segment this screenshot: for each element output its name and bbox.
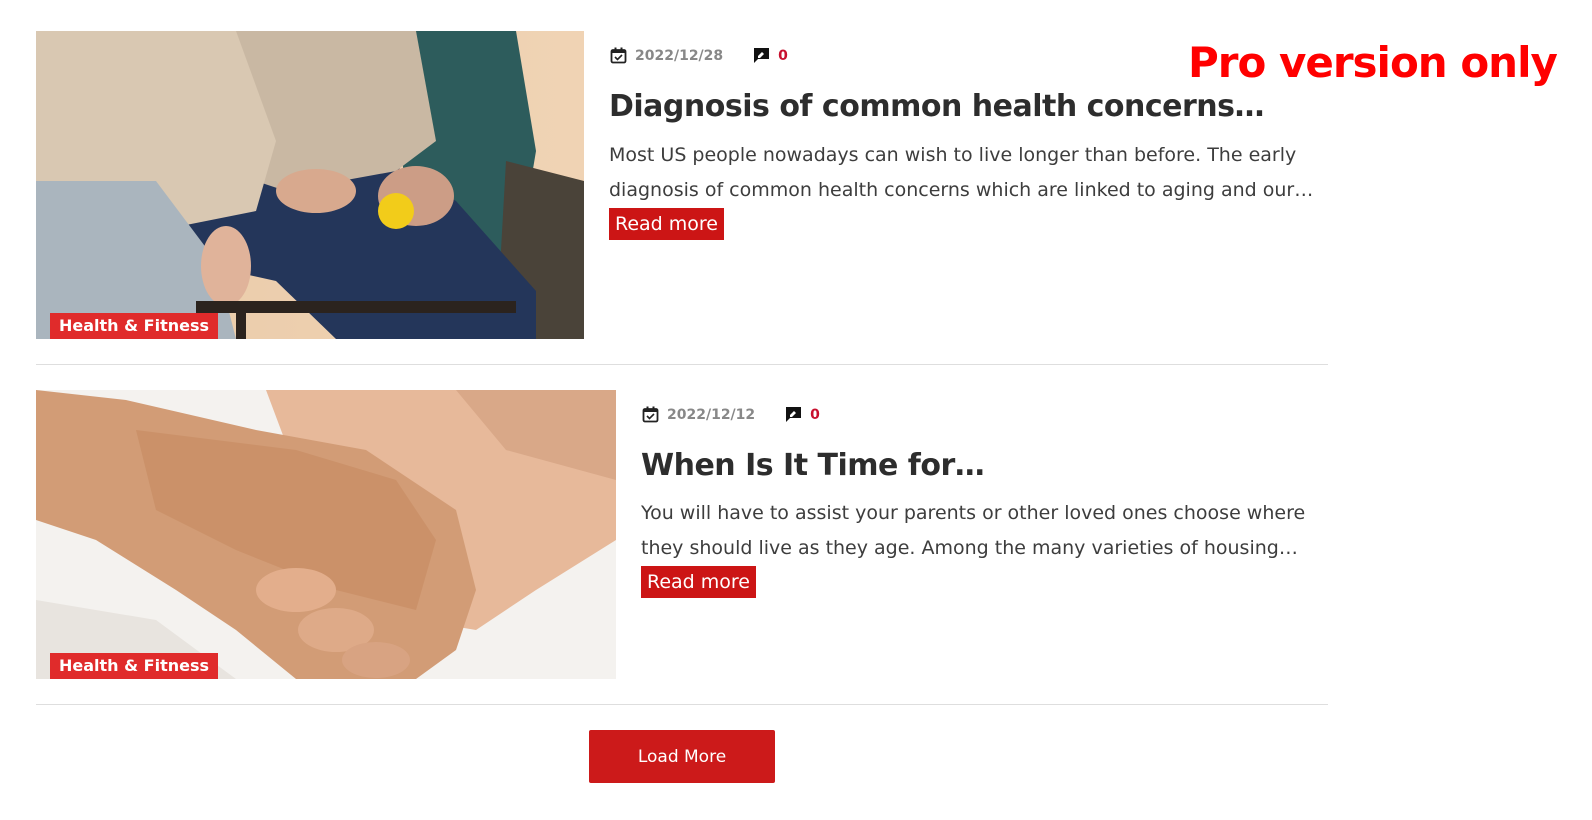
post-thumbnail[interactable]: Health & Fitness — [36, 31, 584, 339]
post-excerpt: Most US people nowadays can wish to live… — [609, 138, 1319, 242]
excerpt-text: Most US people nowadays can wish to live… — [609, 144, 1314, 201]
category-badge[interactable]: Health & Fitness — [50, 313, 219, 339]
post-thumbnail[interactable]: Health & Fitness — [36, 390, 616, 679]
category-badge[interactable]: Health & Fitness — [50, 653, 219, 679]
comment-icon — [753, 47, 770, 64]
holding-hands-photo — [36, 390, 616, 679]
post-divider — [36, 364, 1328, 365]
post-meta: 2022/12/12 0 — [642, 406, 820, 423]
post-date: 2022/12/28 — [635, 47, 724, 64]
elderly-hands-photo — [36, 31, 584, 339]
comment-count[interactable]: 0 — [810, 407, 820, 423]
post-excerpt: You will have to assist your parents or … — [641, 496, 1331, 600]
excerpt-text: You will have to assist your parents or … — [641, 502, 1306, 559]
post-card: Health & Fitness 2022/12/28 0 Diagnosis … — [36, 31, 1328, 339]
post-date: 2022/12/12 — [667, 406, 756, 423]
post-meta: 2022/12/28 0 — [610, 47, 788, 64]
load-more-button[interactable]: Load More — [589, 730, 775, 783]
comment-count[interactable]: 0 — [778, 48, 788, 64]
post-title[interactable]: When Is It Time for… — [641, 448, 985, 483]
post-divider — [36, 704, 1328, 705]
comment-icon — [785, 406, 802, 423]
post-title[interactable]: Diagnosis of common health concerns… — [609, 89, 1265, 124]
calendar-icon — [610, 47, 627, 64]
read-more-button[interactable]: Read more — [609, 208, 724, 240]
post-card: Health & Fitness 2022/12/12 0 When Is It… — [36, 390, 1328, 679]
read-more-button[interactable]: Read more — [641, 566, 756, 598]
calendar-icon — [642, 406, 659, 423]
